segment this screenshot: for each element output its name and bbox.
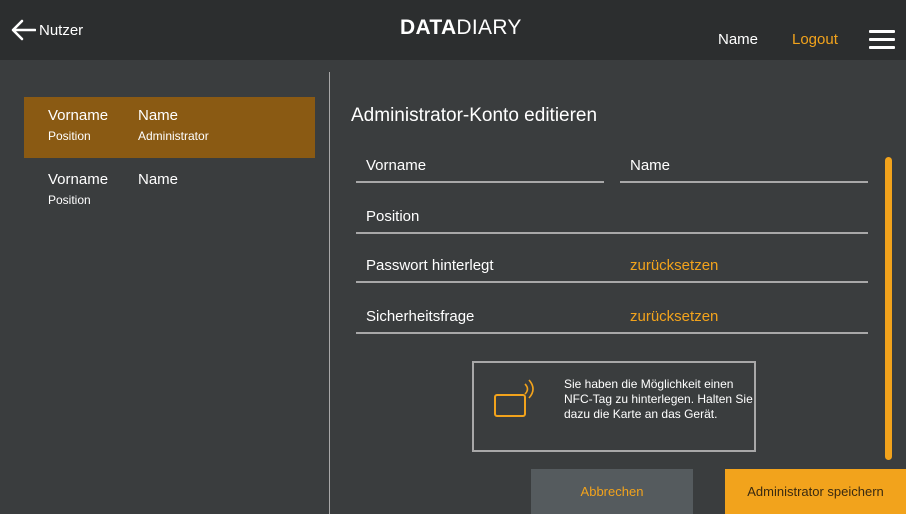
hamburger-menu-icon[interactable] [869, 30, 895, 52]
user-list-item-1[interactable]: Vorname Name Position Administrator [24, 97, 315, 158]
nfc-waves-icon [522, 378, 542, 405]
password-row: Passwort hinterlegt zurücksetzen [356, 255, 868, 283]
logo-bold: DATA [400, 16, 457, 39]
lastname-field[interactable]: Name [620, 155, 868, 183]
back-button[interactable]: Nutzer [10, 14, 83, 46]
password-label: Passwort hinterlegt [366, 257, 494, 274]
form-title: Administrator-Konto editieren [351, 105, 598, 126]
scrollbar[interactable] [885, 157, 892, 460]
firstname-label: Vorname [366, 157, 427, 174]
user-position: Position [48, 129, 91, 143]
password-reset-link[interactable]: zurücksetzen [630, 257, 718, 274]
security-question-reset-link[interactable]: zurücksetzen [630, 308, 718, 325]
security-question-label: Sicherheitsfrage [366, 308, 475, 325]
user-role: Administrator [138, 129, 209, 143]
logo-light: DIARY [456, 16, 522, 39]
nfc-info-box: Sie haben die Möglichkeit einen NFC-Tag … [472, 361, 756, 452]
user-lastname: Name [138, 107, 179, 124]
user-list-item-2[interactable]: Vorname Name Position [24, 161, 315, 222]
user-firstname: Vorname [48, 171, 109, 188]
panel-divider [329, 72, 330, 514]
cancel-button[interactable]: Abbrechen [531, 469, 693, 514]
back-label: Nutzer [39, 21, 84, 39]
current-user-name: Name [718, 31, 759, 48]
arrow-left-icon [10, 18, 36, 42]
top-bar: Nutzer DATA DIARY Name Logout [0, 0, 906, 60]
nfc-info-text: Sie haben die Möglichkeit einen NFC-Tag … [564, 377, 753, 421]
user-firstname: Vorname [48, 107, 109, 124]
user-lastname: Name [138, 171, 179, 188]
security-question-row: Sicherheitsfrage zurücksetzen [356, 306, 868, 334]
position-field[interactable]: Position [356, 206, 868, 234]
logout-link[interactable]: Logout [792, 31, 838, 48]
firstname-field[interactable]: Vorname [356, 155, 604, 183]
user-position: Position [48, 193, 91, 207]
save-admin-button[interactable]: Administrator speichern [725, 469, 906, 514]
app-logo: DATA DIARY [400, 16, 522, 44]
lastname-label: Name [630, 157, 671, 174]
position-label: Position [366, 208, 420, 225]
